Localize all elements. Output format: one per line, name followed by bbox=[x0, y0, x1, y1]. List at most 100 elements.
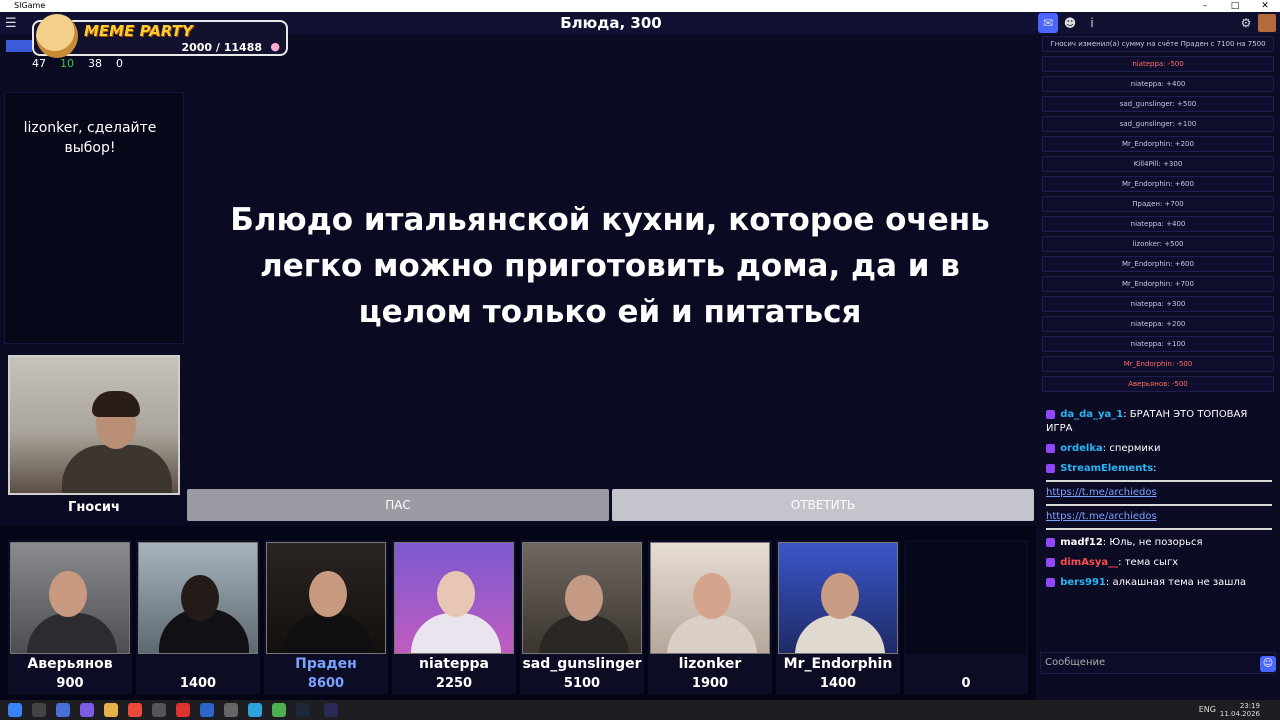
chat-user[interactable]: StreamElements bbox=[1060, 463, 1153, 474]
minimize-icon[interactable]: – bbox=[1190, 0, 1220, 12]
host-name: Гносич bbox=[68, 500, 120, 515]
player-score: 1400 bbox=[819, 676, 857, 691]
chat-user[interactable]: da_da_ya_1 bbox=[1060, 409, 1123, 420]
player-name: sad_gunslinger bbox=[522, 656, 642, 672]
player-face bbox=[49, 571, 87, 617]
player-name: niateppa bbox=[419, 656, 489, 672]
player-torso bbox=[283, 613, 373, 653]
log-item: Mr_Endorphin: +700 bbox=[1042, 276, 1274, 292]
emoji-icon[interactable]: ☺ bbox=[1260, 656, 1276, 672]
chat-message: ordelka: спермики bbox=[1046, 442, 1272, 456]
chat-message: madf12: Юль, не позорься bbox=[1046, 536, 1272, 550]
taskbar-app-icon[interactable] bbox=[200, 703, 214, 717]
avatar[interactable] bbox=[1258, 14, 1276, 32]
chat-link[interactable]: https://t.me/archiedos bbox=[1046, 510, 1272, 524]
player-card[interactable]: sad_gunslinger 5100 bbox=[520, 540, 644, 694]
chat-icon[interactable]: ✉ bbox=[1038, 13, 1058, 33]
taskbar-app-icon[interactable] bbox=[272, 703, 286, 717]
maximize-icon[interactable]: □ bbox=[1220, 0, 1250, 12]
steam-icon[interactable] bbox=[296, 703, 310, 717]
game-log: Гносич изменил(а) сумму на счёте Праден … bbox=[1042, 36, 1274, 402]
player-card-empty[interactable]: 0 bbox=[904, 540, 1028, 694]
window-title: SIGame bbox=[14, 1, 46, 10]
stat-value: 0 bbox=[116, 57, 123, 70]
side-panel: ✉ ☻ i ⚙ Гносич изменил(а) сумму на счёте… bbox=[1036, 12, 1280, 700]
player-webcam bbox=[394, 542, 514, 654]
message-input[interactable]: Сообщение bbox=[1040, 652, 1276, 674]
info-icon[interactable]: i bbox=[1082, 13, 1102, 33]
divider bbox=[1046, 528, 1272, 530]
player-webcam bbox=[778, 542, 898, 654]
chat-link[interactable]: https://t.me/archiedos bbox=[1046, 486, 1272, 500]
player-webcam bbox=[10, 542, 130, 654]
chat-user[interactable]: ordelka bbox=[1060, 443, 1103, 454]
pass-button[interactable]: ПАС bbox=[187, 489, 609, 521]
chat-user[interactable]: madf12 bbox=[1060, 537, 1103, 548]
player-face bbox=[693, 573, 731, 619]
player-card[interactable]: Аверьянов 900 bbox=[8, 540, 132, 694]
player-card[interactable]: Mr_Endorphin 1400 bbox=[776, 540, 900, 694]
player-webcam bbox=[138, 542, 258, 654]
chat-user[interactable]: bers991 bbox=[1060, 577, 1106, 588]
taskbar-app-icon[interactable] bbox=[176, 703, 190, 717]
player-score: 1400 bbox=[179, 676, 217, 691]
folder-icon[interactable] bbox=[104, 703, 118, 717]
log-item: Гносич изменил(а) сумму на счёте Праден … bbox=[1042, 36, 1274, 52]
taskbar-app-icon[interactable] bbox=[248, 703, 262, 717]
twitch-badge-icon bbox=[1046, 557, 1055, 567]
player-card[interactable]: lizonker 1900 bbox=[648, 540, 772, 694]
windows-start-icon[interactable] bbox=[8, 703, 22, 717]
player-torso bbox=[27, 613, 117, 653]
stat-value: 47 bbox=[32, 57, 46, 70]
taskbar-app-icon[interactable] bbox=[80, 703, 94, 717]
chrome-icon[interactable] bbox=[128, 703, 142, 717]
pig-icon: ● bbox=[270, 40, 280, 53]
close-icon[interactable]: ✕ bbox=[1250, 0, 1280, 12]
log-item: Mr_Endorphin: -500 bbox=[1042, 356, 1274, 372]
taskbar-app-icon[interactable] bbox=[56, 703, 70, 717]
host-body bbox=[62, 445, 172, 493]
player-webcam bbox=[522, 542, 642, 654]
player-name: Mr_Endorphin bbox=[783, 656, 893, 672]
log-item: Mr_Endorphin: +600 bbox=[1042, 256, 1274, 272]
players-bar: Аверьянов 900 1400 Праден 8600 niateppa … bbox=[0, 526, 1036, 700]
log-item: Праден: +700 bbox=[1042, 196, 1274, 212]
log-item: Mr_Endorphin: +600 bbox=[1042, 176, 1274, 192]
player-torso bbox=[667, 615, 757, 653]
taskbar-app-icon[interactable] bbox=[224, 703, 238, 717]
player-card[interactable]: 1400 bbox=[136, 540, 260, 694]
chat-message: StreamElements: https://t.me/archiedos h… bbox=[1046, 462, 1272, 530]
player-score: 2250 bbox=[435, 676, 473, 691]
player-score: 5100 bbox=[563, 676, 601, 691]
player-score: 1900 bbox=[691, 676, 729, 691]
player-webcam bbox=[266, 542, 386, 654]
chat-text: тема сыгх bbox=[1124, 557, 1179, 568]
status-message: lizonker, сделайте выбор! bbox=[23, 120, 157, 156]
overlay-brand: MEME PARTY bbox=[84, 22, 193, 40]
twitch-badge-icon bbox=[1046, 409, 1055, 419]
users-icon[interactable]: ☻ bbox=[1060, 13, 1080, 33]
player-card[interactable]: niateppa 2250 bbox=[392, 540, 516, 694]
log-item: niateppa: +200 bbox=[1042, 316, 1274, 332]
player-card-active[interactable]: Праден 8600 bbox=[264, 540, 388, 694]
sigame-taskbar-icon[interactable] bbox=[324, 703, 338, 717]
clock[interactable]: 23:19 11.04.2026 bbox=[1220, 702, 1260, 718]
twitch-badge-icon bbox=[1046, 537, 1055, 547]
player-name: Праден bbox=[295, 656, 357, 672]
taskbar: ENG 23:19 11.04.2026 bbox=[0, 700, 1280, 720]
player-webcam-empty bbox=[906, 542, 1026, 654]
chat-user[interactable]: dimAsya__ bbox=[1060, 557, 1118, 568]
search-icon[interactable] bbox=[32, 703, 46, 717]
answer-button[interactable]: ОТВЕТИТЬ bbox=[612, 489, 1034, 521]
divider bbox=[1046, 480, 1272, 482]
taskbar-app-icon[interactable] bbox=[152, 703, 166, 717]
overlay-stats: 47 10 38 0 bbox=[32, 57, 123, 71]
language-indicator[interactable]: ENG bbox=[1199, 705, 1216, 714]
menu-icon[interactable]: ☰ bbox=[5, 16, 17, 31]
player-torso bbox=[411, 613, 501, 653]
overlay-score: 2000 / 11488 bbox=[181, 41, 262, 54]
game-window: Блюда, 300 ☰ MEME PARTY 2000 / 11488 ● 4… bbox=[0, 12, 1280, 700]
twitch-badge-icon bbox=[1046, 577, 1055, 587]
window-titlebar: SIGame – □ ✕ bbox=[0, 0, 1280, 12]
gear-icon[interactable]: ⚙ bbox=[1236, 13, 1256, 33]
